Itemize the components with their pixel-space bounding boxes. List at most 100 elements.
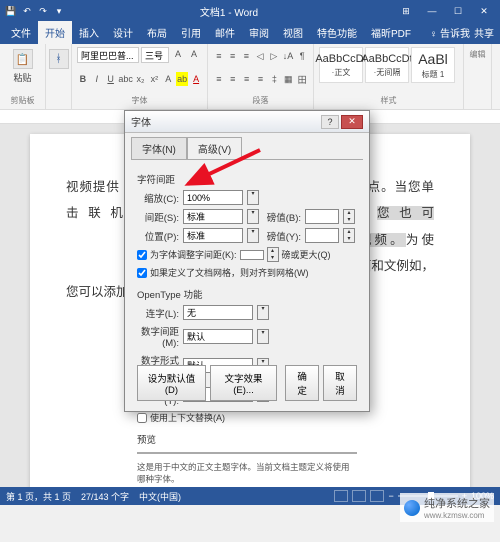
preview-hint: 这是用于中文的正文主题字体。当前文档主题定义将使用哪种字体。 xyxy=(137,461,357,485)
share-button[interactable]: 共享 xyxy=(474,25,494,40)
kerning-checkbox[interactable] xyxy=(137,250,147,260)
ok-button[interactable]: 确定 xyxy=(285,365,319,401)
tell-me[interactable]: ♀ 告诉我 xyxy=(430,25,470,40)
tab-pdf[interactable]: 福昕PDF xyxy=(364,21,418,44)
highlight-button[interactable]: ab xyxy=(176,72,188,86)
sort-button[interactable]: ↓A xyxy=(282,49,295,63)
bullets-button[interactable]: ≡ xyxy=(213,49,225,63)
scale-label: 缩放(C): xyxy=(137,191,179,205)
tab-view[interactable]: 视图 xyxy=(276,21,310,44)
qat-more-icon[interactable]: ▾ xyxy=(54,6,64,16)
grow-font-icon[interactable]: A xyxy=(171,47,185,61)
dialog-tab-font[interactable]: 字体(N) xyxy=(131,137,187,159)
show-marks-button[interactable]: ¶ xyxy=(296,49,308,63)
word-count[interactable]: 27/143 个字 xyxy=(81,490,129,503)
shrink-font-icon[interactable]: A xyxy=(187,47,201,61)
tab-layout[interactable]: 布局 xyxy=(140,21,174,44)
multilevel-button[interactable]: ≡ xyxy=(241,49,253,63)
opentype-section-label: OpenType 功能 xyxy=(137,287,357,301)
tab-file[interactable]: 文件 xyxy=(4,21,38,44)
font-color-button[interactable]: A xyxy=(190,72,202,86)
style-nospacing[interactable]: AaBbCcDt·无间隔 xyxy=(365,47,409,83)
font-size-select[interactable] xyxy=(141,47,169,63)
redo-icon[interactable]: ↷ xyxy=(38,6,48,16)
maximize-button[interactable]: ☐ xyxy=(446,2,470,20)
web-layout-button[interactable] xyxy=(370,490,384,502)
watermark-url: www.kzmsw.com xyxy=(424,511,490,520)
position-dropdown[interactable]: ▾ xyxy=(247,228,259,243)
bold-button[interactable]: B xyxy=(77,72,89,86)
align-left-button[interactable]: ≡ xyxy=(213,72,225,86)
dialog-titlebar[interactable]: 字体 ? ✕ xyxy=(125,111,369,133)
bluetooth-button[interactable]: ᚼ xyxy=(51,47,66,71)
tab-insert[interactable]: 插入 xyxy=(72,21,106,44)
tab-home[interactable]: 开始 xyxy=(38,21,72,44)
page-indicator[interactable]: 第 1 页，共 1 页 xyxy=(6,490,71,503)
dialog-help-button[interactable]: ? xyxy=(321,115,339,129)
read-mode-button[interactable] xyxy=(334,490,348,502)
numspacing-select[interactable] xyxy=(183,329,253,344)
set-default-button[interactable]: 设为默认值(D) xyxy=(137,365,206,401)
print-layout-button[interactable] xyxy=(352,490,366,502)
spacing-dropdown[interactable]: ▾ xyxy=(247,209,259,224)
kerning-input[interactable] xyxy=(240,250,264,260)
minimize-button[interactable]: — xyxy=(420,2,444,20)
snap-grid-checkbox[interactable] xyxy=(137,268,147,278)
strike-button[interactable]: abc xyxy=(119,72,133,86)
numbering-button[interactable]: ≡ xyxy=(227,49,239,63)
align-right-button[interactable]: ≡ xyxy=(241,72,253,86)
position-pt-label: 磅值(Y): xyxy=(263,229,301,243)
tab-design[interactable]: 设计 xyxy=(106,21,140,44)
scale-select[interactable] xyxy=(183,190,243,205)
align-center-button[interactable]: ≡ xyxy=(227,72,239,86)
tab-refs[interactable]: 引用 xyxy=(174,21,208,44)
style-heading1[interactable]: AaBl标题 1 xyxy=(411,47,455,83)
superscript-button[interactable]: x² xyxy=(148,72,160,86)
text-effects-button[interactable]: 文字效果(E)... xyxy=(210,365,277,401)
contextual-checkbox[interactable] xyxy=(137,413,147,423)
spacing-pt-input[interactable] xyxy=(305,209,339,224)
position-select[interactable] xyxy=(183,228,243,243)
ligatures-dropdown[interactable]: ▾ xyxy=(257,305,269,320)
paste-label: 粘贴 xyxy=(13,71,31,84)
tab-special[interactable]: 特色功能 xyxy=(310,21,364,44)
zoom-out-button[interactable]: − xyxy=(388,491,393,501)
tab-mail[interactable]: 邮件 xyxy=(208,21,242,44)
font-name-select[interactable] xyxy=(77,47,139,63)
cancel-button[interactable]: 取消 xyxy=(323,365,357,401)
justify-button[interactable]: ≡ xyxy=(255,72,267,86)
ligatures-label: 连字(L): xyxy=(137,306,179,320)
style-normal[interactable]: AaBbCcDt·正文 xyxy=(319,47,363,83)
text-effect-button[interactable]: A xyxy=(162,72,174,86)
tab-review[interactable]: 审阅 xyxy=(242,21,276,44)
save-icon[interactable]: 💾 xyxy=(6,6,16,16)
italic-button[interactable]: I xyxy=(91,72,103,86)
paste-button[interactable]: 📋 粘贴 xyxy=(5,47,40,86)
dialog-tab-advanced[interactable]: 高级(V) xyxy=(187,137,242,159)
underline-button[interactable]: U xyxy=(105,72,117,86)
inc-indent-button[interactable]: ▷ xyxy=(268,49,280,63)
ligatures-select[interactable] xyxy=(183,305,253,320)
position-pt-spinner[interactable]: ▴▾ xyxy=(343,228,355,243)
dialog-close-button[interactable]: ✕ xyxy=(341,115,363,129)
kerning-spinner[interactable]: ▴▾ xyxy=(267,247,279,262)
bluetooth-icon: ᚼ xyxy=(49,49,69,69)
spacing-select[interactable] xyxy=(183,209,243,224)
numspacing-dropdown[interactable]: ▾ xyxy=(257,329,269,344)
subscript-button[interactable]: x₂ xyxy=(135,72,147,86)
language-indicator[interactable]: 中文(中国) xyxy=(139,490,181,503)
undo-icon[interactable]: ↶ xyxy=(22,6,32,16)
borders-button[interactable]: 田 xyxy=(296,72,308,86)
kerning-unit: 磅或更大(Q) xyxy=(282,248,331,261)
paste-icon: 📋 xyxy=(13,49,33,69)
line-spacing-button[interactable]: ‡ xyxy=(268,72,280,86)
scale-dropdown[interactable]: ▾ xyxy=(247,190,259,205)
spacing-pt-spinner[interactable]: ▴▾ xyxy=(343,209,355,224)
shading-button[interactable]: ▦ xyxy=(282,72,294,86)
dec-indent-button[interactable]: ◁ xyxy=(254,49,266,63)
position-pt-input[interactable] xyxy=(305,228,339,243)
kerning-label: 为字体调整字间距(K): xyxy=(150,248,237,261)
ribbon-options-icon[interactable]: ⊞ xyxy=(394,2,418,20)
watermark-logo-icon xyxy=(404,500,420,516)
close-button[interactable]: ✕ xyxy=(472,2,496,20)
